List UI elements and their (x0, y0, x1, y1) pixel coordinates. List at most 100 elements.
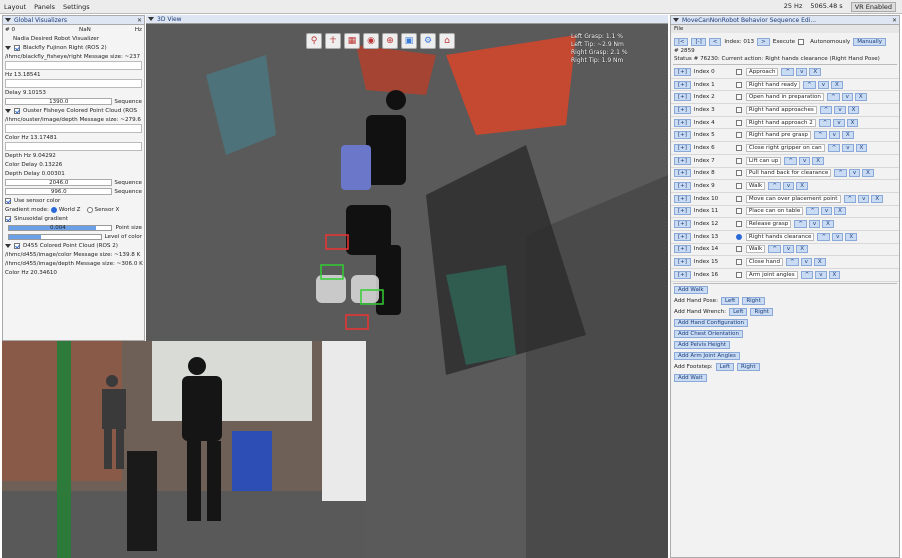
collapse-icon[interactable] (148, 17, 154, 21)
person-walk-icon[interactable]: ⚲ (306, 33, 322, 49)
expand-row-button[interactable]: [+] (674, 182, 691, 191)
row-description[interactable]: Walk (745, 245, 766, 254)
move-down-button[interactable]: v (796, 67, 808, 76)
sequence-row[interactable]: [+] Index 11 Place can on table ^ v X (671, 206, 899, 219)
collapse-icon[interactable] (673, 18, 679, 22)
row-select-checkbox[interactable] (735, 221, 742, 228)
move-down-button[interactable]: v (848, 169, 861, 178)
manually-button[interactable]: Manually (853, 37, 887, 46)
delete-row-button[interactable]: X (809, 67, 822, 76)
row-description[interactable]: Arm joint angles (745, 270, 798, 279)
menu-settings[interactable]: Settings (59, 3, 94, 11)
row-description[interactable]: Right hands clearance (745, 232, 815, 241)
delete-row-button[interactable]: X (841, 131, 854, 140)
first-button[interactable]: |< (674, 37, 689, 46)
level-slider[interactable] (8, 233, 102, 240)
expand-row-button[interactable]: [+] (674, 105, 691, 114)
row-description[interactable]: Open hand in preparation (745, 93, 824, 102)
hand-pose-right-button[interactable]: Right (742, 297, 765, 306)
row-description[interactable]: Release grasp (745, 220, 792, 229)
close-icon[interactable]: ✕ (137, 17, 144, 24)
robot-icon[interactable]: ▣ (401, 33, 417, 49)
ouster-row[interactable]: Ouster Fisheye Colored Point Cloud (ROS (3, 106, 144, 115)
row-description[interactable]: Right hand pre grasp (745, 131, 811, 140)
menu-panels[interactable]: Panels (30, 3, 59, 11)
back-button[interactable]: < (708, 37, 722, 46)
add-arm-button[interactable]: Add Arm Joint Angles (674, 352, 740, 361)
move-down-button[interactable]: v (842, 143, 854, 152)
expand-row-button[interactable]: [+] (674, 169, 691, 178)
sensor-x-radio[interactable] (86, 206, 93, 213)
sequence-row[interactable]: [+] Index 5 Right hand pre grasp ^ v X (671, 129, 899, 143)
row-select-checkbox[interactable] (735, 208, 742, 215)
prev-button[interactable]: [-] (691, 37, 706, 46)
move-up-button[interactable]: ^ (768, 245, 781, 254)
move-up-button[interactable]: ^ (786, 258, 799, 267)
hand-pose-left-button[interactable]: Left (720, 297, 740, 306)
forward-button[interactable]: > (757, 37, 770, 46)
person-arms-icon[interactable]: ☥ (325, 33, 341, 49)
row-select-checkbox[interactable] (735, 157, 742, 164)
delete-row-button[interactable]: X (854, 93, 867, 102)
row-description[interactable]: Walk (745, 182, 766, 191)
delete-row-button[interactable]: X (855, 143, 868, 152)
close-icon[interactable]: ✕ (892, 17, 899, 24)
move-up-button[interactable]: ^ (781, 67, 795, 76)
sequence-row[interactable]: [+] Index 3 Right hand approaches ^ v X (671, 104, 899, 117)
move-up-button[interactable]: ^ (813, 131, 827, 140)
row-description[interactable]: Approach (745, 67, 779, 76)
expand-row-button[interactable]: [+] (674, 143, 691, 152)
expand-row-button[interactable]: [+] (674, 220, 691, 229)
delete-row-button[interactable]: X (862, 169, 874, 178)
row-description[interactable]: Place can on table (745, 207, 804, 216)
move-up-button[interactable]: ^ (834, 169, 847, 178)
row-select-checkbox[interactable] (735, 119, 742, 126)
row-select-checkbox[interactable] (735, 132, 742, 139)
footstep-right-button[interactable]: Right (737, 363, 760, 372)
delete-row-button[interactable]: X (847, 105, 860, 114)
home-icon[interactable]: ⌂ (439, 33, 455, 49)
sequence-row[interactable]: [+] Index 2 Open hand in preparation ^ v X (671, 91, 899, 105)
row-description[interactable]: Close hand (745, 258, 783, 267)
sequence-row[interactable]: [+] Index 8 Pull hand back for clearance ^ v… (671, 168, 899, 181)
row-select-checkbox[interactable] (735, 246, 742, 253)
footstep-left-button[interactable]: Left (715, 363, 735, 372)
move-down-button[interactable]: v (782, 182, 795, 191)
delete-row-button[interactable]: X (871, 194, 884, 203)
sensor-color-row[interactable]: Use sensor color (3, 196, 144, 205)
world-z-radio[interactable] (50, 206, 57, 213)
row-select-checkbox[interactable] (735, 271, 742, 278)
move-down-button[interactable]: v (817, 80, 830, 89)
move-down-button[interactable]: v (834, 105, 846, 114)
sequence-row[interactable]: [+] Index 16 Arm joint angles ^ v X (671, 269, 899, 282)
move-down-button[interactable]: v (841, 93, 853, 102)
row-description[interactable]: Lift can up (745, 156, 782, 165)
delete-row-button[interactable]: X (822, 220, 834, 229)
delete-row-button[interactable]: X (796, 182, 808, 191)
move-down-button[interactable]: v (798, 156, 811, 165)
sequence-row[interactable]: [+] Index 12 Release grasp ^ v X (671, 218, 899, 231)
row-description[interactable]: Close right gripper on can (745, 143, 825, 152)
expand-row-button[interactable]: [+] (674, 245, 691, 254)
move-up-button[interactable]: ^ (843, 194, 857, 203)
autonomously-checkbox[interactable] (798, 38, 805, 45)
expand-icon[interactable] (5, 243, 11, 248)
row-select-checkbox[interactable] (735, 195, 742, 202)
expand-row-button[interactable]: [+] (674, 258, 691, 267)
fisheye-row[interactable]: Blackfly Fujinon Right (ROS 2) (3, 43, 144, 52)
expand-row-button[interactable]: [+] (674, 156, 691, 165)
expand-row-button[interactable]: [+] (674, 118, 691, 127)
sequence-row[interactable]: [+] Index 1 Right hand ready ^ v X (671, 79, 899, 92)
grid-icon[interactable]: ▦ (344, 33, 360, 49)
delete-row-button[interactable]: X (812, 156, 824, 165)
row-description[interactable]: Right hand ready (745, 80, 801, 89)
sinusoidal-row[interactable]: Sinusoidal gradient (3, 214, 144, 223)
row-select-checkbox[interactable] (735, 94, 742, 101)
sequence-row[interactable]: [+] Index 14 Walk ^ v X (671, 244, 899, 257)
expand-row-button[interactable]: [+] (674, 270, 691, 279)
delete-row-button[interactable]: X (796, 245, 808, 254)
expand-row-button[interactable]: [+] (674, 131, 691, 140)
expand-row-button[interactable]: [+] (674, 194, 691, 203)
row-description[interactable]: Move can over placement point (745, 194, 841, 203)
row-select-checkbox[interactable] (735, 170, 742, 177)
